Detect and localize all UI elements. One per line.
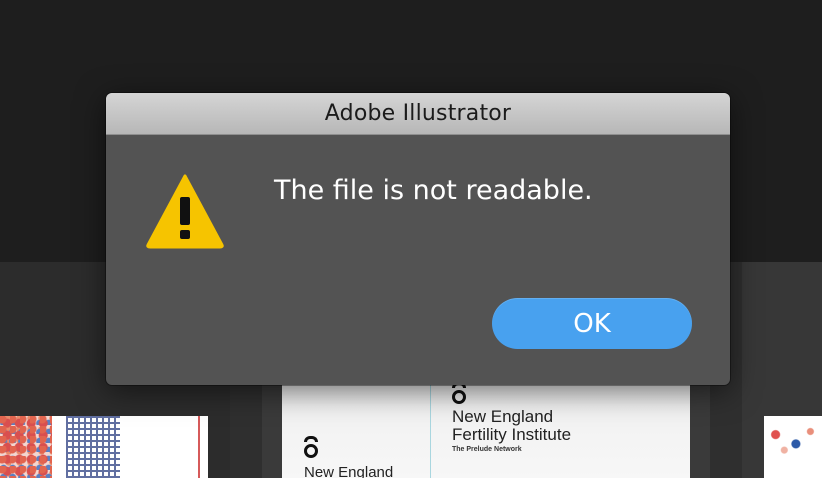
warning-icon [146, 174, 224, 249]
thumbnail-grid [66, 416, 120, 478]
logo-ring-icon [452, 390, 466, 404]
brand-name-repeat: New England [304, 464, 394, 478]
logo-ring-small-icon [304, 444, 318, 458]
dialog-title: Adobe Illustrator [324, 101, 512, 126]
brand-name-line-2: Fertility Institute [452, 425, 572, 444]
alert-message: The file is not readable. [274, 175, 593, 206]
logo-mark-small-icon [304, 436, 318, 442]
illustrator-workspace: New England Fertility Institute The Prel… [0, 0, 822, 478]
recent-file-thumbnail-left[interactable] [0, 416, 208, 478]
dialog-titlebar[interactable]: Adobe Illustrator [106, 93, 730, 135]
brand-tagline: The Prelude Network [452, 446, 522, 453]
recent-file-thumbnail-right[interactable] [764, 416, 822, 478]
alert-dialog: Adobe Illustrator The file is not readab… [106, 93, 730, 385]
recent-file-thumbnail-center[interactable]: New England Fertility Institute The Prel… [282, 380, 690, 478]
ok-button[interactable]: OK [492, 298, 692, 349]
brand-name-line-1: New England [452, 407, 554, 426]
thumbnail-rule [198, 416, 200, 478]
guide-line [430, 380, 431, 478]
thumbnail-pattern [0, 416, 52, 478]
